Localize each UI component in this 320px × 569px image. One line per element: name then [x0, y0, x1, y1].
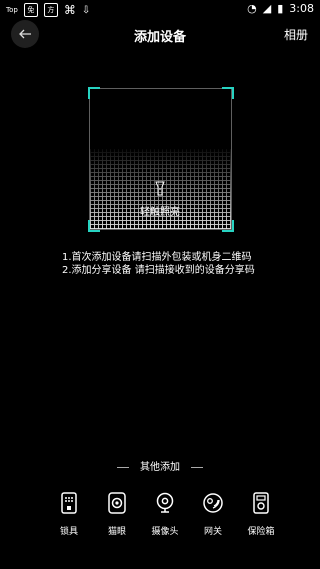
wifi-icon: ◔: [247, 2, 257, 15]
download-icon: ⇩: [81, 4, 91, 16]
flashlight-icon[interactable]: [154, 181, 166, 197]
signal-icon: ◢: [262, 2, 272, 15]
peephole-label: 猫眼: [107, 527, 126, 537]
instruction-line-2: 2.添加分享设备 请扫描接收到的设备分享码: [62, 265, 255, 276]
safe-label: 保险箱: [247, 527, 275, 537]
other-add-divider: 其他添加: [0, 458, 320, 473]
page-title: 添加设备: [133, 30, 186, 45]
worm-icon: ⌘: [63, 3, 76, 17]
scanner-corner: [88, 220, 100, 232]
scanner-corner: [222, 220, 234, 232]
scanner-corner: [88, 87, 100, 99]
scan-instructions: 1.首次添加设备请扫描外包装或机身二维码 2.添加分享设备 请扫描接收到的设备分…: [62, 251, 262, 277]
gateway-option[interactable]: 网关: [189, 491, 237, 537]
lock-option[interactable]: 锁具: [45, 491, 93, 537]
flashlight-label[interactable]: 轻触照亮: [0, 203, 320, 218]
device-options: 锁具 猫眼 摄像头 网关 保险箱: [45, 491, 285, 537]
app-badge-icon: 免: [23, 3, 38, 17]
top-bar: 添加设备 相册: [0, 18, 320, 48]
divider-line: [116, 466, 129, 468]
battery-icon: ▮: [277, 2, 284, 15]
carrier-label: Top: [6, 6, 18, 14]
safe-option[interactable]: 保险箱: [237, 491, 285, 537]
gateway-label: 网关: [203, 527, 222, 537]
instruction-line-1: 1.首次添加设备请扫描外包装或机身二维码: [62, 252, 252, 263]
gateway-icon: [203, 493, 223, 513]
peephole-option[interactable]: 猫眼: [93, 491, 141, 537]
time-label: 3:08: [289, 2, 314, 15]
scanner-corner: [222, 87, 234, 99]
peephole-icon: [108, 492, 126, 514]
camera-icon: [156, 492, 174, 513]
lock-icon: [61, 492, 77, 514]
album-button[interactable]: 相册: [284, 26, 308, 43]
app-badge-icon: 方: [43, 3, 58, 17]
camera-label: 摄像头: [151, 527, 179, 537]
camera-option[interactable]: 摄像头: [141, 491, 189, 537]
status-bar: Top 免 方 ⌘ ⇩ ◔ ◢ ▮ 3:08: [0, 0, 320, 20]
safe-icon: [253, 492, 269, 514]
lock-label: 锁具: [59, 527, 78, 537]
other-add-title: 其他添加: [140, 462, 180, 473]
divider-line: [191, 466, 204, 468]
